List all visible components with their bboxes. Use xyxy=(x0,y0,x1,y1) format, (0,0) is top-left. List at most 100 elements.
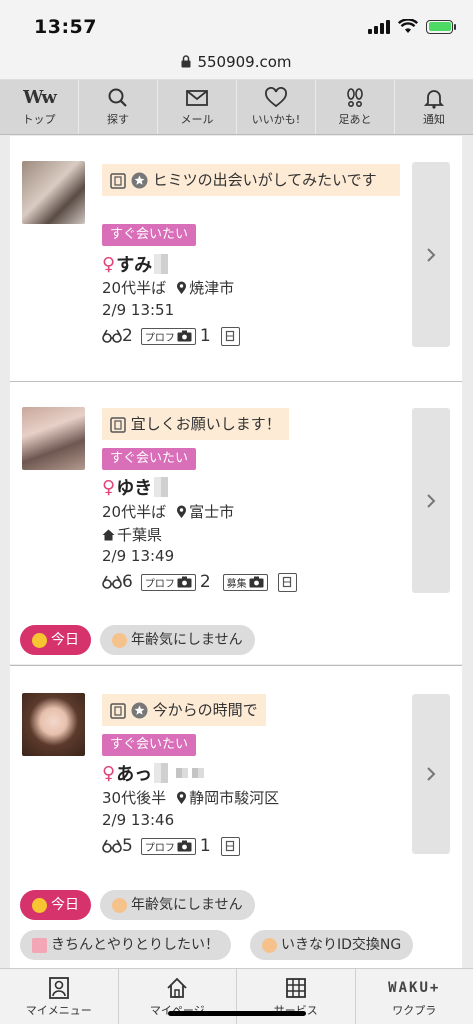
mosaic-blur xyxy=(154,254,169,274)
lock-icon xyxy=(181,55,191,68)
user-name-text: ゆき xyxy=(116,478,153,499)
status-time: 13:57 xyxy=(34,16,97,38)
tag-meet-soon: すぐ会いたい xyxy=(102,734,197,756)
hometown-text: 千葉県 xyxy=(117,526,163,544)
nav-footprint[interactable]: 足あと xyxy=(316,80,395,134)
url-text: 550909.com xyxy=(197,52,292,71)
user-name[interactable]: ♀ すみ xyxy=(102,251,169,277)
message-bubble: ヒミツの出会いがしてみたいです xyxy=(102,164,400,196)
user-card[interactable]: 宜しくお願いします！ すぐ会いたい ♀ ゆき 20代半ば 富士市 千葉県 2/9… xyxy=(10,382,462,614)
user-name[interactable]: ♀ あっ xyxy=(102,760,205,786)
mosaic-blur xyxy=(154,477,169,497)
recruit-photo-badge: 募集 xyxy=(222,573,268,591)
location-text: 焼津市 xyxy=(189,279,235,297)
nav-label: 通知 xyxy=(423,113,445,126)
age-text: 20代半ば xyxy=(102,279,167,297)
prof-photo-count: 1 xyxy=(199,326,211,346)
wifi-icon xyxy=(398,19,418,33)
age-location: 20代半ば 焼津市 xyxy=(102,277,234,298)
mosaic-blur xyxy=(176,768,189,778)
avatar[interactable] xyxy=(22,161,85,224)
age-location: 20代半ば 富士市 xyxy=(102,501,234,522)
princess-emoji-icon xyxy=(112,632,127,648)
ng-chip: いきなりID交換NG xyxy=(250,930,414,960)
prof-photo-badge: プロフ xyxy=(140,327,196,345)
avatar[interactable] xyxy=(22,693,85,756)
hidden-icon xyxy=(220,326,240,346)
female-icon: ♀ xyxy=(102,762,116,784)
message-text: 今からの時間で xyxy=(152,701,258,719)
camera-icon xyxy=(177,330,192,342)
detail-arrow-button[interactable] xyxy=(412,408,450,593)
tag-chips: 今日 年齢気にしません きちんとやりとりしたい！ いきなりID交換NG xyxy=(10,882,462,968)
detail-arrow-button[interactable] xyxy=(412,162,450,347)
tag-meet-soon: すぐ会いたい xyxy=(102,224,197,246)
nav-search[interactable]: 探す xyxy=(79,80,158,134)
tag-meet-soon: すぐ会いたい xyxy=(102,448,197,470)
user-card[interactable]: ヒミツの出会いがしてみたいです すぐ会いたい ♀ すみ 20代半ば 焼津市 2/… xyxy=(10,136,462,381)
user-name-text: あっ xyxy=(116,764,153,785)
mail-icon xyxy=(186,90,208,106)
prof-photo-count: 2 xyxy=(199,572,211,592)
stats-row: 6 プロフ 2 募集 xyxy=(102,572,297,592)
url-bar[interactable]: 550909.com xyxy=(0,44,473,80)
prof-label: プロフ xyxy=(144,578,175,590)
hidden-icon xyxy=(110,172,126,189)
nav-notify[interactable]: 通知 xyxy=(395,80,473,134)
location-pin-icon xyxy=(177,791,187,804)
prof-photo-count: 1 xyxy=(199,836,211,856)
profile-icon xyxy=(48,976,69,999)
user-card[interactable]: 今からの時間で すぐ会いたい ♀ あっ 30代後半 静岡市駿河区 2/9 13:… xyxy=(10,666,462,882)
home-indicator[interactable] xyxy=(168,1011,306,1016)
chat-chip: きちんとやりとりしたい！ xyxy=(20,930,231,960)
star-icon xyxy=(131,702,148,719)
user-name-text: すみ xyxy=(116,255,153,276)
nav-wakupura[interactable]: WAKU+ ワクプラ xyxy=(356,969,473,1024)
detail-arrow-button[interactable] xyxy=(412,694,450,854)
nav-label: トップ xyxy=(22,113,56,126)
glasses-icon xyxy=(102,329,122,343)
nav-like[interactable]: いいかも! xyxy=(237,80,316,134)
today-chip: 今日 xyxy=(20,625,91,655)
prof-label: プロフ xyxy=(144,842,175,854)
star-icon xyxy=(131,172,148,189)
age-location: 30代後半 静岡市駿河区 xyxy=(102,787,279,808)
bell-icon xyxy=(423,90,445,109)
location-pin-icon xyxy=(177,505,187,518)
nav-top[interactable]: Ww トップ xyxy=(0,80,79,134)
princess-emoji-icon xyxy=(112,897,127,913)
mosaic-blur xyxy=(154,763,169,783)
footprint-icon xyxy=(347,88,363,108)
prof-photo-badge: プロフ xyxy=(140,837,196,855)
chevron-right-icon xyxy=(427,247,436,262)
prof-photo-badge: プロフ xyxy=(140,573,196,591)
user-name[interactable]: ♀ ゆき xyxy=(102,474,169,500)
battery-icon xyxy=(426,19,456,34)
chevron-right-icon xyxy=(427,493,436,508)
no-gesture-emoji-icon xyxy=(262,937,277,953)
stats-row: 5 プロフ 1 xyxy=(102,836,240,856)
signal-icon xyxy=(368,19,390,34)
location-text: 富士市 xyxy=(189,503,235,521)
message-text: ヒミツの出会いがしてみたいです xyxy=(152,171,377,189)
camera-icon xyxy=(177,576,192,588)
hidden-icon xyxy=(110,416,126,433)
nav-mail[interactable]: メール xyxy=(158,80,237,134)
nav-label: いいかも! xyxy=(251,113,301,126)
prof-label: プロフ xyxy=(144,332,175,344)
nav-label: ワクプラ xyxy=(392,1003,437,1017)
mosaic-blur xyxy=(192,768,205,778)
avatar[interactable] xyxy=(22,407,85,470)
ww-logo-icon: Ww xyxy=(23,87,57,108)
age-text: 20代半ば xyxy=(102,503,167,521)
location-text: 静岡市駿河区 xyxy=(189,789,280,807)
hidden-icon xyxy=(220,836,240,856)
smile-emoji-icon xyxy=(32,632,47,648)
nav-my-menu[interactable]: マイメニュー xyxy=(0,969,119,1024)
age-chip: 年齢気にしません xyxy=(100,625,255,655)
nav-label: マイメニュー xyxy=(25,1003,92,1017)
datetime: 2/9 13:51 xyxy=(102,301,175,319)
message-bubble: 今からの時間で xyxy=(102,694,266,726)
waku-plus-logo: WAKU+ xyxy=(388,979,441,996)
view-count: 2 xyxy=(122,326,133,346)
